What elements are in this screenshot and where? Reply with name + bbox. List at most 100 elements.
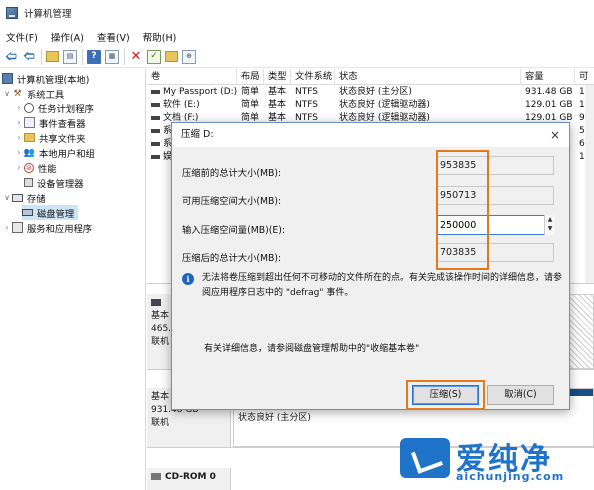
tree-item-local-users[interactable]: › 👥 本地用户和组 (14, 145, 95, 160)
watermark-logo-icon (400, 438, 450, 478)
volume-icon (151, 115, 160, 120)
volume-icon (151, 128, 160, 133)
event-log-icon (24, 117, 35, 128)
chevron-right-icon[interactable]: › (14, 103, 24, 112)
disk-status: 联机 (151, 418, 170, 428)
tree-item-disk-management[interactable]: 磁盘管理 (22, 205, 79, 220)
column-header-free[interactable]: 可 (575, 69, 594, 85)
zoom-in-icon[interactable]: ⊕ (182, 49, 196, 64)
highlight-box (436, 150, 489, 270)
tree-item-shared-folders[interactable]: › 共享文件夹 (14, 130, 86, 145)
delete-icon[interactable]: ✕ (129, 50, 143, 64)
capacity-cell: 931.48 GB (525, 87, 573, 97)
toolbar-separator (124, 48, 125, 65)
volume-icon (151, 141, 160, 146)
tree-item-label: 计算机管理(本地) (17, 74, 90, 86)
spin-up-icon[interactable]: ▲ (545, 215, 555, 224)
size-before-label: 压缩前的总计大小(MB): (182, 168, 282, 179)
menu-file[interactable]: 文件(F) (6, 30, 38, 44)
tree-item-storage[interactable]: ∨ 存储 (2, 190, 46, 205)
menu-help[interactable]: 帮助(H) (143, 30, 177, 44)
spin-down-icon[interactable]: ▼ (545, 224, 555, 233)
table-header: 卷 布局 类型 文件系统 状态 容量 可 (147, 69, 594, 85)
chevron-right-icon[interactable]: › (14, 133, 24, 142)
volume-icon (151, 102, 160, 107)
chevron-down-icon[interactable]: ∨ (2, 89, 12, 98)
more-info-text: 有关详细信息，请参阅磁盘管理帮助中的"收缩基本卷" (204, 344, 420, 354)
volume-icon (151, 154, 160, 159)
toolbar-separator (41, 48, 42, 65)
tree-item-root[interactable]: 计算机管理(本地) (2, 71, 89, 86)
tools-icon: ⚒ (13, 88, 22, 99)
tree-item-label: 任务计划程序 (38, 103, 94, 115)
menu-view[interactable]: 查看(V) (97, 30, 130, 44)
column-header-filesystem[interactable]: 文件系统 (291, 69, 335, 85)
chevron-down-icon[interactable]: ∨ (2, 193, 12, 202)
shrink-amount-label: 输入压缩空间量(MB)(E): (182, 225, 285, 236)
check-icon[interactable]: ✓ (147, 49, 161, 64)
storage-icon (12, 193, 23, 202)
computer-icon (2, 73, 13, 84)
toolbar: 🢠 🢢 ▤ ? ▦ ✕ ✓ ⊕ (0, 46, 594, 68)
window-title: 计算机管理 (24, 9, 72, 20)
back-arrow-icon[interactable]: 🢠 (4, 50, 18, 64)
users-icon: 👥 (23, 147, 36, 158)
type-cell: 基本 (268, 87, 287, 97)
info-message: 无法将卷压缩到超出任何不可移动的文件所在的点。有关完成该操作时间的详细信息，请参… (202, 273, 563, 298)
tree-item-label: 性能 (38, 163, 57, 175)
column-header-capacity[interactable]: 容量 (521, 69, 575, 85)
column-header-layout[interactable]: 布局 (237, 69, 264, 85)
capacity-cell: 129.01 GB (525, 100, 573, 110)
table-scrollbar[interactable] (585, 85, 594, 283)
volume-icon (151, 89, 160, 94)
shrink-amount-stepper[interactable]: ▲ ▼ (544, 215, 555, 235)
tree-item-label: 磁盘管理 (37, 208, 75, 220)
chevron-right-icon[interactable]: › (2, 223, 12, 232)
folder-open-icon[interactable] (165, 51, 178, 62)
tree-item-event-viewer[interactable]: › 事件查看器 (14, 115, 86, 130)
close-icon[interactable]: × (550, 123, 560, 147)
table-row[interactable]: 软件 (E:) 简单 基本 NTFS 状态良好 (逻辑驱动器) 129.01 G… (147, 99, 594, 112)
disk-icon (22, 209, 33, 216)
column-header-status[interactable]: 状态 (335, 69, 521, 85)
shrink-dialog: 压缩 D: × 压缩前的总计大小(MB): 953835 可用压缩空间大小(MB… (171, 122, 570, 410)
tree-item-system-tools[interactable]: ∨ ⚒ 系统工具 (2, 86, 64, 101)
filesystem-cell: NTFS (295, 87, 318, 97)
column-header-type[interactable]: 类型 (264, 69, 291, 85)
tree-item-performance[interactable]: › ⊘ 性能 (14, 160, 57, 175)
cdrom-icon (151, 473, 161, 480)
tree-item-task-scheduler[interactable]: › 任务计划程序 (14, 100, 94, 115)
computer-management-icon (6, 7, 18, 19)
tree-item-label: 系统工具 (27, 89, 65, 101)
title-bar: 计算机管理 (0, 0, 594, 26)
menu-action[interactable]: 操作(A) (51, 30, 84, 44)
watermark: 爱纯净 aichunjing.com (400, 432, 594, 490)
tree-item-device-manager[interactable]: 设备管理器 (24, 175, 84, 190)
chevron-right-icon[interactable]: › (14, 163, 24, 172)
forward-arrow-icon[interactable]: 🢢 (22, 50, 36, 64)
tree-item-label: 服务和应用程序 (27, 223, 93, 235)
available-shrink-label: 可用压缩空间大小(MB): (182, 196, 282, 207)
size-after-label: 压缩后的总计大小(MB): (182, 253, 282, 264)
partition-status: 状态良好 (主分区) (238, 413, 311, 423)
show-hide-tree-icon[interactable]: ▤ (63, 49, 77, 64)
tree-item-label: 事件查看器 (39, 118, 86, 130)
console-view-icon[interactable]: ▦ (105, 49, 119, 64)
highlight-box (406, 380, 485, 410)
status-cell: 状态良好 (主分区) (339, 87, 412, 97)
chevron-right-icon[interactable]: › (14, 148, 24, 157)
table-row[interactable]: My Passport (D:) 简单 基本 NTFS 状态良好 (主分区) 9… (147, 86, 594, 99)
info-icon: i (182, 273, 194, 285)
up-folder-icon[interactable] (46, 51, 59, 62)
chevron-right-icon[interactable]: › (14, 118, 24, 127)
cdrom-label: CD-ROM 0 (165, 472, 216, 482)
clock-icon (24, 102, 34, 113)
layout-cell: 简单 (241, 100, 260, 110)
cancel-button[interactable]: 取消(C) (487, 385, 554, 405)
tree-item-services[interactable]: › 服务和应用程序 (2, 220, 92, 235)
tree-item-label: 共享文件夹 (39, 133, 86, 145)
help-icon[interactable]: ? (87, 49, 101, 64)
column-header-volume[interactable]: 卷 (147, 69, 237, 85)
tree-item-label: 本地用户和组 (39, 148, 95, 160)
layout-cell: 简单 (241, 87, 260, 97)
